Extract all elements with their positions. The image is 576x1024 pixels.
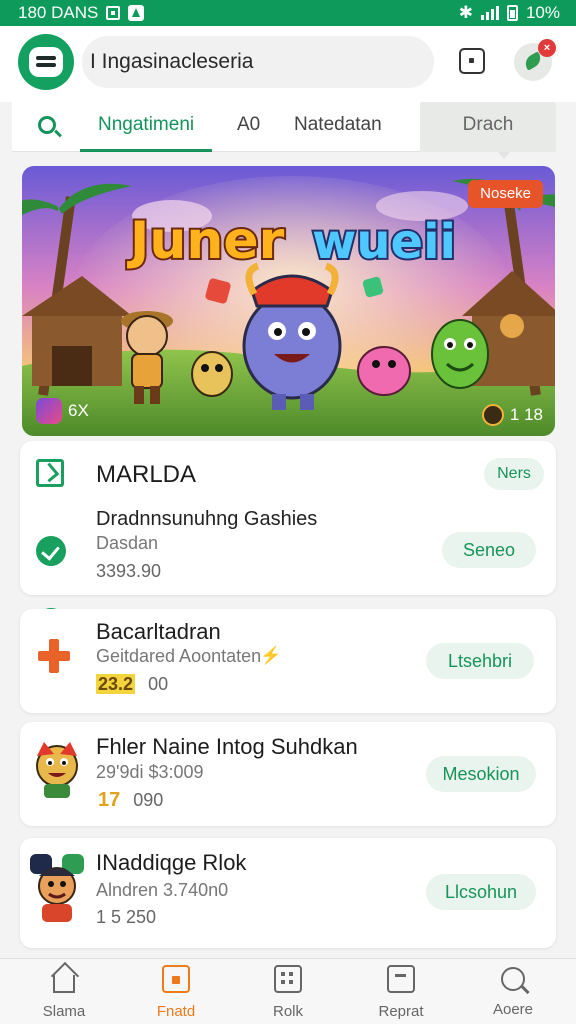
folder-icon [162, 965, 190, 993]
banner-badge: Noseke [468, 180, 543, 208]
list-card[interactable]: INaddiqge Rlok Alndren 3.740n0 1 5 250 L… [20, 838, 556, 948]
coin-icon [481, 404, 504, 426]
pirate-avatar-icon [30, 854, 84, 922]
nav-label: Slama [42, 1003, 86, 1020]
scan-icon[interactable] [459, 48, 485, 74]
card-value: 090 [133, 790, 164, 810]
banner-right-stat: 1 18 [481, 404, 543, 426]
banner-left-count: 6X [68, 401, 89, 420]
list-card[interactable]: Bacarltadran Geitdared Aoontaten ⚡ 23.2 … [20, 609, 556, 713]
character-avatar-icon [36, 742, 78, 798]
search-input[interactable]: I Ingasinacleseria [82, 36, 434, 88]
banner-title-line2: wueii [312, 214, 456, 270]
card-subtitle: Dradnnsunuhng Gashies [96, 508, 318, 530]
document-icon [36, 459, 64, 487]
tab-drach[interactable]: Drach [420, 102, 556, 159]
banner-right-count: 1 18 [509, 405, 543, 424]
search-icon [38, 116, 56, 134]
tab-a0[interactable]: A0 [237, 102, 260, 150]
card-action-button[interactable]: Ltsehbri [426, 643, 534, 679]
card-meta: Dasdan [96, 533, 159, 553]
card-value: 3393.90 [96, 561, 162, 581]
nav-item-home[interactable]: Slama [19, 965, 109, 1020]
signal-icon [480, 6, 499, 20]
app-icon [36, 398, 62, 424]
home-icon [53, 975, 75, 993]
nav-label: Fnatd [156, 1003, 196, 1020]
bluetooth-icon: ✱ [458, 3, 473, 22]
tab-main[interactable]: Nngatimeni [98, 102, 194, 150]
notification-badge: × [538, 39, 556, 57]
nav-item-folder[interactable]: Fnatd [131, 965, 221, 1020]
bolt-icon: ⚡ [260, 646, 282, 665]
avatar[interactable]: × [514, 39, 556, 81]
card-action-button[interactable]: Llcsohun [426, 874, 536, 910]
card-title: INaddiqge Rlok [96, 850, 247, 875]
banner-left-stat: 6X [36, 398, 89, 424]
list-card[interactable]: MARLDA Ners Dradnnsunuhng Gashies Dasdan… [20, 441, 556, 638]
battery-icon [506, 5, 518, 21]
card-meta: 29'9di $3:009 [96, 762, 204, 782]
card-meta: Alndren 3.740n0 [96, 880, 229, 900]
battery-percent: 10% [525, 3, 560, 22]
nav-label: Reprat [378, 1003, 424, 1020]
card-action-button[interactable]: Mesokion [426, 756, 536, 792]
card-title: Bacarltadran [96, 619, 221, 644]
bottom-nav: Slama Fnatd Rolk Reprat Aoere [0, 958, 576, 1024]
card-value: 1 5 250 [96, 907, 157, 927]
card-value: 00 [148, 674, 169, 694]
app-logo-button[interactable] [18, 34, 74, 90]
status-time: 180 DANS [18, 3, 99, 22]
app-header: I Ingasinacleseria × [0, 26, 576, 102]
nav-label: Aoere [492, 1001, 534, 1018]
check-icon [36, 536, 66, 566]
plus-icon [38, 639, 70, 673]
search-icon [501, 967, 525, 991]
active-tab-indicator [80, 149, 212, 152]
banner-title-line1: Juner [127, 211, 285, 271]
card-stats: 23.2 00 [96, 674, 168, 695]
card-action-button[interactable]: Seneo [442, 532, 536, 568]
grid-icon [274, 965, 302, 993]
nav-item-search[interactable]: Aoere [468, 965, 558, 1018]
menu-icon [29, 47, 63, 77]
featured-banner[interactable]: Juner wueii Noseke 6X 1 18 [22, 166, 555, 436]
notification-icon [106, 6, 121, 20]
card-highlight: 17 [98, 789, 121, 811]
app-notification-icon [128, 5, 145, 21]
list-card[interactable]: Fhler Naine Intog Suhdkan 29'9di $3:009 … [20, 722, 556, 826]
nav-label: Rolk [272, 1003, 303, 1020]
nav-item-box[interactable]: Reprat [356, 965, 446, 1020]
card-title: Fhler Naine Intog Suhdkan [96, 734, 358, 759]
nav-item-grid[interactable]: Rolk [243, 965, 333, 1020]
card-tag-button[interactable]: Ners [484, 458, 544, 490]
card-meta: Geitdared Aoontaten [96, 646, 262, 666]
status-bar: 180 DANS ✱ 10% [0, 0, 576, 26]
tab-bar: Nngatimeni A0 Natedatan Drach [12, 102, 556, 159]
tab-search[interactable] [38, 102, 68, 150]
card-title: MARLDA [96, 461, 197, 488]
card-highlight: 23.2 [96, 674, 136, 694]
box-icon [387, 965, 415, 993]
card-stats: 17 090 [96, 789, 163, 812]
tab-natedatan[interactable]: Natedatan [294, 102, 382, 150]
